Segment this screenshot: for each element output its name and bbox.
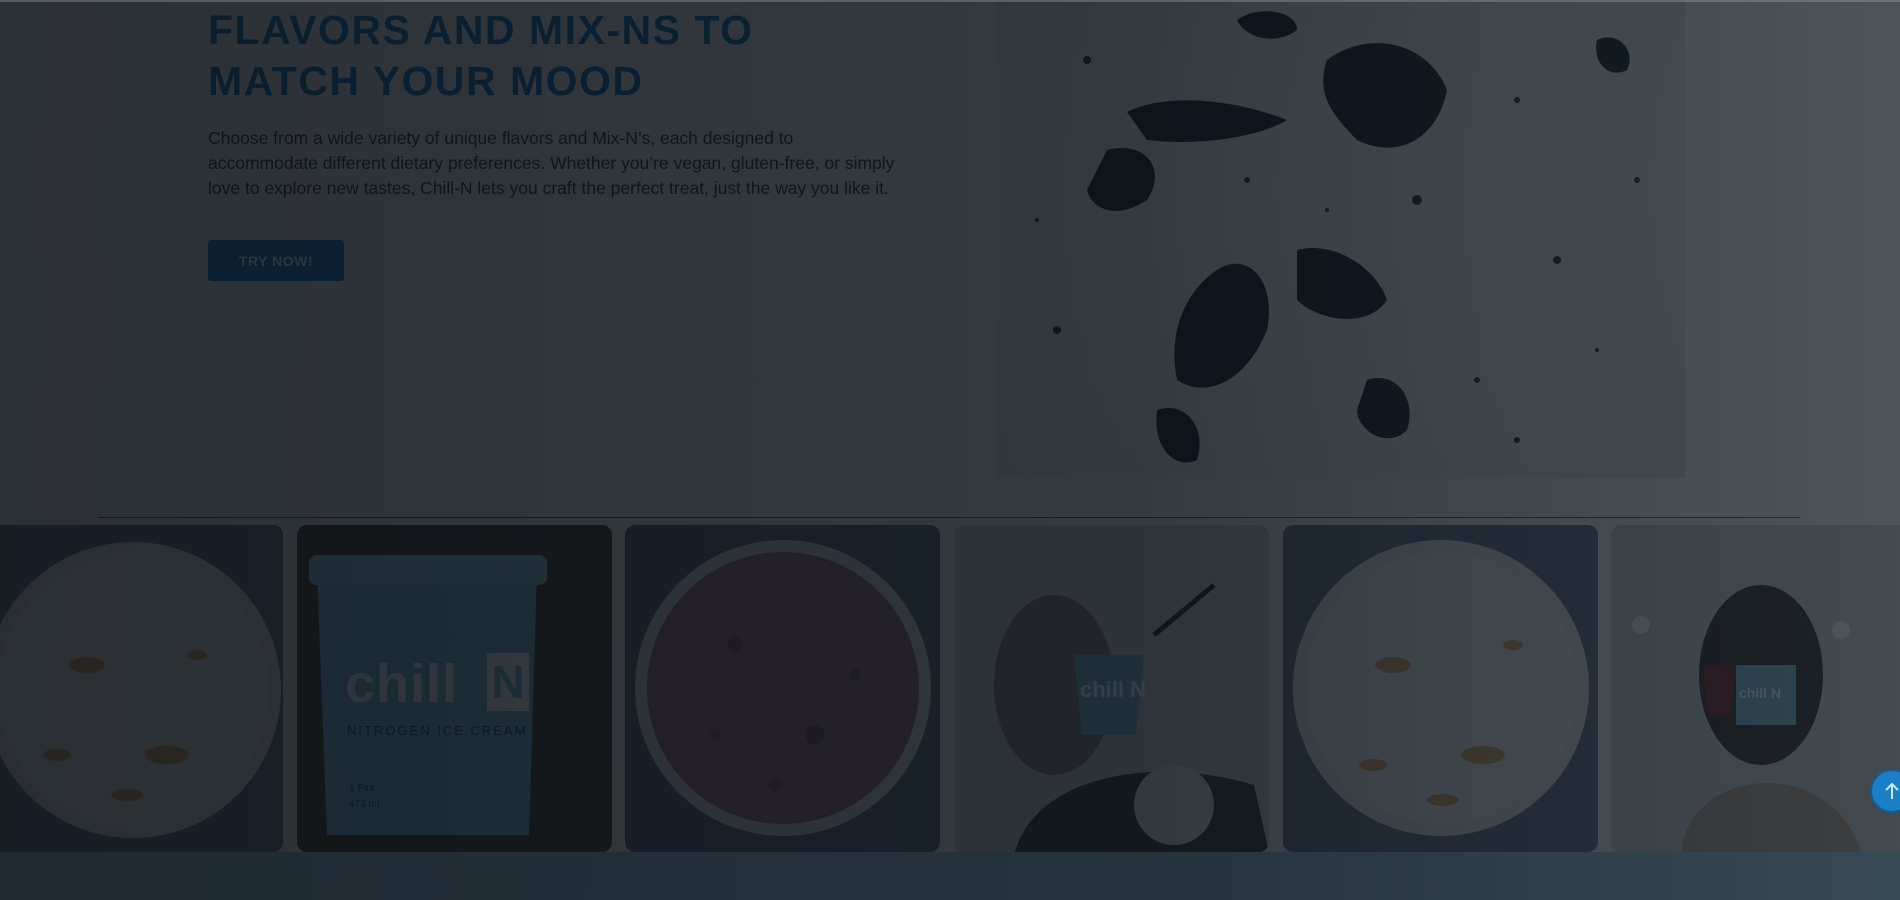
section-divider — [98, 517, 1800, 518]
caramel-cup-image — [1293, 540, 1589, 836]
pint-brand-badge: N — [487, 653, 529, 711]
gallery-tile-5[interactable] — [1283, 525, 1598, 852]
chocolate-cup-image — [635, 540, 931, 836]
hero-image — [997, 0, 1685, 478]
image-gallery: chill N NITROGEN ICE CREAM 1 Pint 473 mL — [0, 525, 1900, 852]
hero-title: FLAVORS AND MIX-NS TO MATCH YOUR MOOD — [208, 7, 754, 105]
page: FLAVORS AND MIX-NS TO MATCH YOUR MOOD Ch… — [0, 0, 1900, 900]
gallery-tile-4[interactable]: chill N — [954, 525, 1269, 852]
arrow-up-icon — [1885, 782, 1899, 799]
pint-size-2: 473 mL — [349, 799, 383, 810]
gallery-tile-1[interactable] — [0, 525, 283, 852]
cup-brand-text: chill N — [1739, 685, 1782, 701]
pint-brand-text: chill — [345, 654, 459, 714]
footer-strip — [0, 852, 1900, 900]
gallery-tile-6[interactable]: chill N — [1611, 525, 1900, 852]
gallery-tile-3[interactable] — [625, 525, 940, 852]
hero-description: Choose from a wide variety of unique fla… — [208, 127, 895, 198]
cup-brand-text: chill N — [1080, 677, 1147, 702]
gallery-tile-2[interactable]: chill N NITROGEN ICE CREAM 1 Pint 473 mL — [297, 525, 612, 852]
caramel-cup-image — [0, 542, 281, 838]
pint-size-1: 1 Pint — [349, 783, 375, 794]
pint-subtitle: NITROGEN ICE CREAM — [347, 723, 528, 738]
try-now-button[interactable]: TRY NOW! — [208, 240, 344, 281]
